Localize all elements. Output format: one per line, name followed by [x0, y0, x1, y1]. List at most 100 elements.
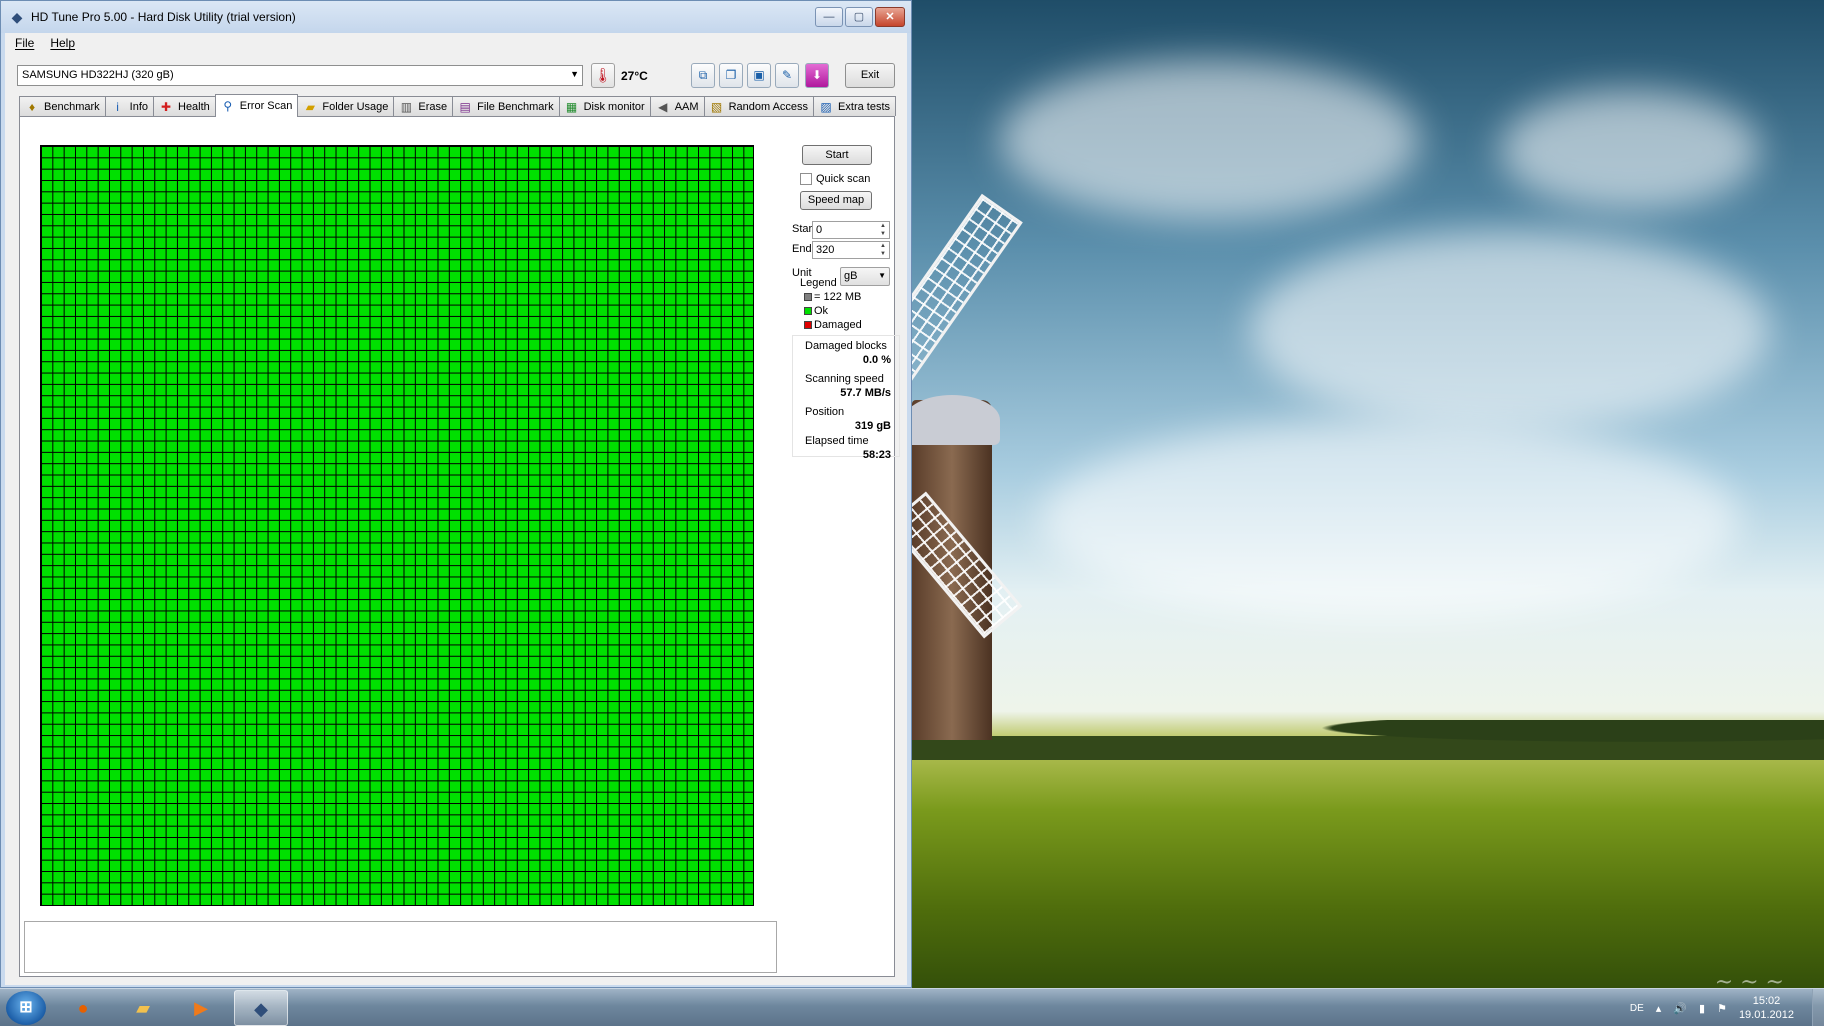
- language-indicator[interactable]: DE: [1630, 1003, 1644, 1014]
- end-spinbox-value: 320: [816, 244, 835, 256]
- save-icon: ▣: [753, 68, 765, 82]
- damaged-blocks-value: 0.0 %: [862, 354, 891, 366]
- error-scan-panel: Start Quick scan Speed map Start 0 ▲ ▼ En…: [19, 117, 900, 977]
- trash-icon: ▥: [400, 99, 413, 114]
- health-cross-icon: ✚: [160, 99, 172, 114]
- legend-block-size: = 122 MB: [804, 291, 861, 303]
- taskbar-media-player[interactable]: ▶: [174, 990, 228, 1026]
- spin-arrows-icon[interactable]: ▲ ▼: [878, 242, 888, 258]
- end-spinbox[interactable]: 320 ▲ ▼: [812, 241, 890, 259]
- tab-label: AAM: [674, 100, 699, 113]
- scan-statistics: Damaged blocks 0.0 % Scanning speed 57.7…: [792, 335, 900, 461]
- chevron-down-icon: ▼: [570, 69, 579, 79]
- tab-label: Info: [129, 100, 148, 113]
- toolbar: SAMSUNG HD322HJ (320 gB) ▼ 🌡 27°C ⧉ ❐ ▣ …: [5, 51, 907, 95]
- start-spinbox[interactable]: 0 ▲ ▼: [812, 221, 890, 239]
- close-button[interactable]: ✕: [875, 7, 905, 27]
- checkbox-box[interactable]: [800, 173, 812, 185]
- tab-error-scan[interactable]: ⚲ Error Scan: [214, 94, 299, 117]
- download-arrow-icon: ⬇: [811, 68, 823, 82]
- window-client: File Help SAMSUNG HD322HJ (320 gB) ▼ 🌡 2…: [5, 33, 907, 985]
- legend-damaged: Damaged: [804, 319, 862, 331]
- info-icon: i: [116, 99, 119, 114]
- tab-random-access[interactable]: ▧ Random Access: [703, 96, 815, 116]
- save-button[interactable]: ▣: [747, 63, 771, 88]
- options-button[interactable]: ✎: [775, 63, 799, 88]
- benchmark-icon: ♦: [28, 99, 36, 114]
- show-desktop-button[interactable]: [1812, 989, 1824, 1026]
- taskbar-firefox[interactable]: ●: [56, 990, 110, 1026]
- tab-health[interactable]: ✚ Health: [153, 96, 216, 116]
- taskbar: ⊞ ● ▰ ▶ ◆ DE ▴ 🔊 ▮ ⚑ 15:02 19.01.2012: [0, 988, 1824, 1026]
- tab-strip: ♦ Benchmark i Info ✚ Health ⚲ Error Scan ▰ Fo…: [19, 93, 897, 117]
- chart-icon: ▦: [565, 99, 578, 114]
- windows-logo-icon: ⊞: [19, 999, 33, 1016]
- tab-extra-tests[interactable]: ▨ Extra tests: [813, 96, 897, 116]
- tab-label: Error Scan: [239, 100, 293, 112]
- system-tray: DE ▴ 🔊 ▮ ⚑ 15:02 19.01.2012: [1630, 989, 1824, 1026]
- legend: Legend = 122 MB Ok Damaged: [792, 277, 894, 331]
- tree-line: [912, 720, 1824, 760]
- menu-help[interactable]: Help: [50, 36, 75, 50]
- copy-info-button[interactable]: ⧉: [691, 63, 715, 88]
- minimize-button[interactable]: —: [815, 7, 843, 27]
- tab-erase[interactable]: ▥ Erase: [393, 96, 454, 116]
- scanning-speed-value: 57.7 MB/s: [840, 387, 891, 399]
- legend-block-label: = 122 MB: [814, 291, 862, 303]
- copy-all-icon: ❐: [725, 68, 737, 82]
- media-player-icon: ▶: [194, 998, 208, 1018]
- file-benchmark-icon: ▤: [459, 99, 471, 114]
- end-field-label: End: [792, 243, 812, 255]
- tab-label: Folder Usage: [322, 100, 389, 113]
- network-icon[interactable]: ▮: [1699, 1002, 1705, 1015]
- folder-icon: ▰: [305, 99, 315, 114]
- copy-all-button[interactable]: ❐: [719, 63, 743, 88]
- taskbar-hdtune[interactable]: ◆: [234, 990, 288, 1026]
- random-access-icon: ▧: [710, 99, 723, 114]
- scan-log-box[interactable]: [24, 921, 777, 973]
- title-bar[interactable]: ◆ HD Tune Pro 5.00 - Hard Disk Utility (…: [1, 1, 911, 33]
- tab-folder-usage[interactable]: ▰ Folder Usage: [297, 96, 395, 116]
- tab-info[interactable]: i Info: [104, 96, 154, 116]
- tab-label: Erase: [418, 100, 448, 113]
- elapsed-time-label: Elapsed time: [805, 435, 869, 447]
- hdtune-app-icon: ◆: [254, 999, 268, 1019]
- tab-label: Random Access: [728, 100, 809, 113]
- quick-scan-label: Quick scan: [816, 173, 871, 185]
- folder-icon: ▰: [136, 998, 150, 1018]
- tab-label: Disk monitor: [583, 100, 645, 113]
- action-center-flag-icon[interactable]: ⚑: [1717, 1002, 1727, 1015]
- clock[interactable]: 15:02 19.01.2012: [1739, 994, 1794, 1022]
- taskbar-explorer[interactable]: ▰: [116, 990, 170, 1026]
- legend-damaged-swatch: [804, 321, 812, 329]
- scanning-speed-label: Scanning speed: [805, 373, 884, 385]
- download-button[interactable]: ⬇: [805, 63, 829, 88]
- tab-disk-monitor[interactable]: ▦ Disk monitor: [558, 96, 651, 116]
- show-hidden-icons-icon[interactable]: ▴: [1656, 1002, 1662, 1015]
- error-scan-block-map: [40, 145, 754, 906]
- position-label: Position: [805, 406, 845, 418]
- exit-button[interactable]: Exit: [845, 63, 895, 88]
- legend-title: Legend: [800, 277, 837, 289]
- window-title: HD Tune Pro 5.00 - Hard Disk Utility (tr…: [31, 10, 296, 24]
- legend-ok-label: Ok: [814, 305, 829, 317]
- tab-file-benchmark[interactable]: ▤ File Benchmark: [452, 96, 560, 116]
- clock-time: 15:02: [1752, 995, 1781, 1007]
- hdtune-app-icon: ◆: [11, 9, 23, 25]
- clock-date: 19.01.2012: [1738, 1009, 1794, 1021]
- drive-select[interactable]: SAMSUNG HD322HJ (320 gB) ▼: [17, 65, 583, 86]
- quick-scan-checkbox[interactable]: Quick scan: [800, 173, 870, 185]
- elapsed-time-value: 58:23: [862, 449, 891, 461]
- volume-icon[interactable]: 🔊: [1673, 1002, 1687, 1015]
- drive-select-value: SAMSUNG HD322HJ (320 gB): [22, 69, 174, 81]
- start-scan-button[interactable]: Start: [802, 145, 872, 165]
- maximize-button[interactable]: ▢: [845, 7, 873, 27]
- options-icon: ✎: [781, 68, 793, 82]
- start-button[interactable]: ⊞: [6, 991, 46, 1025]
- speed-map-button[interactable]: Speed map: [800, 191, 872, 210]
- tab-benchmark[interactable]: ♦ Benchmark: [19, 96, 106, 116]
- wallpaper-signature: ~ ~ ~: [1714, 970, 1784, 988]
- spin-arrows-icon[interactable]: ▲ ▼: [878, 222, 888, 238]
- tab-aam[interactable]: ◀ AAM: [649, 96, 705, 116]
- menu-file[interactable]: File: [15, 36, 34, 50]
